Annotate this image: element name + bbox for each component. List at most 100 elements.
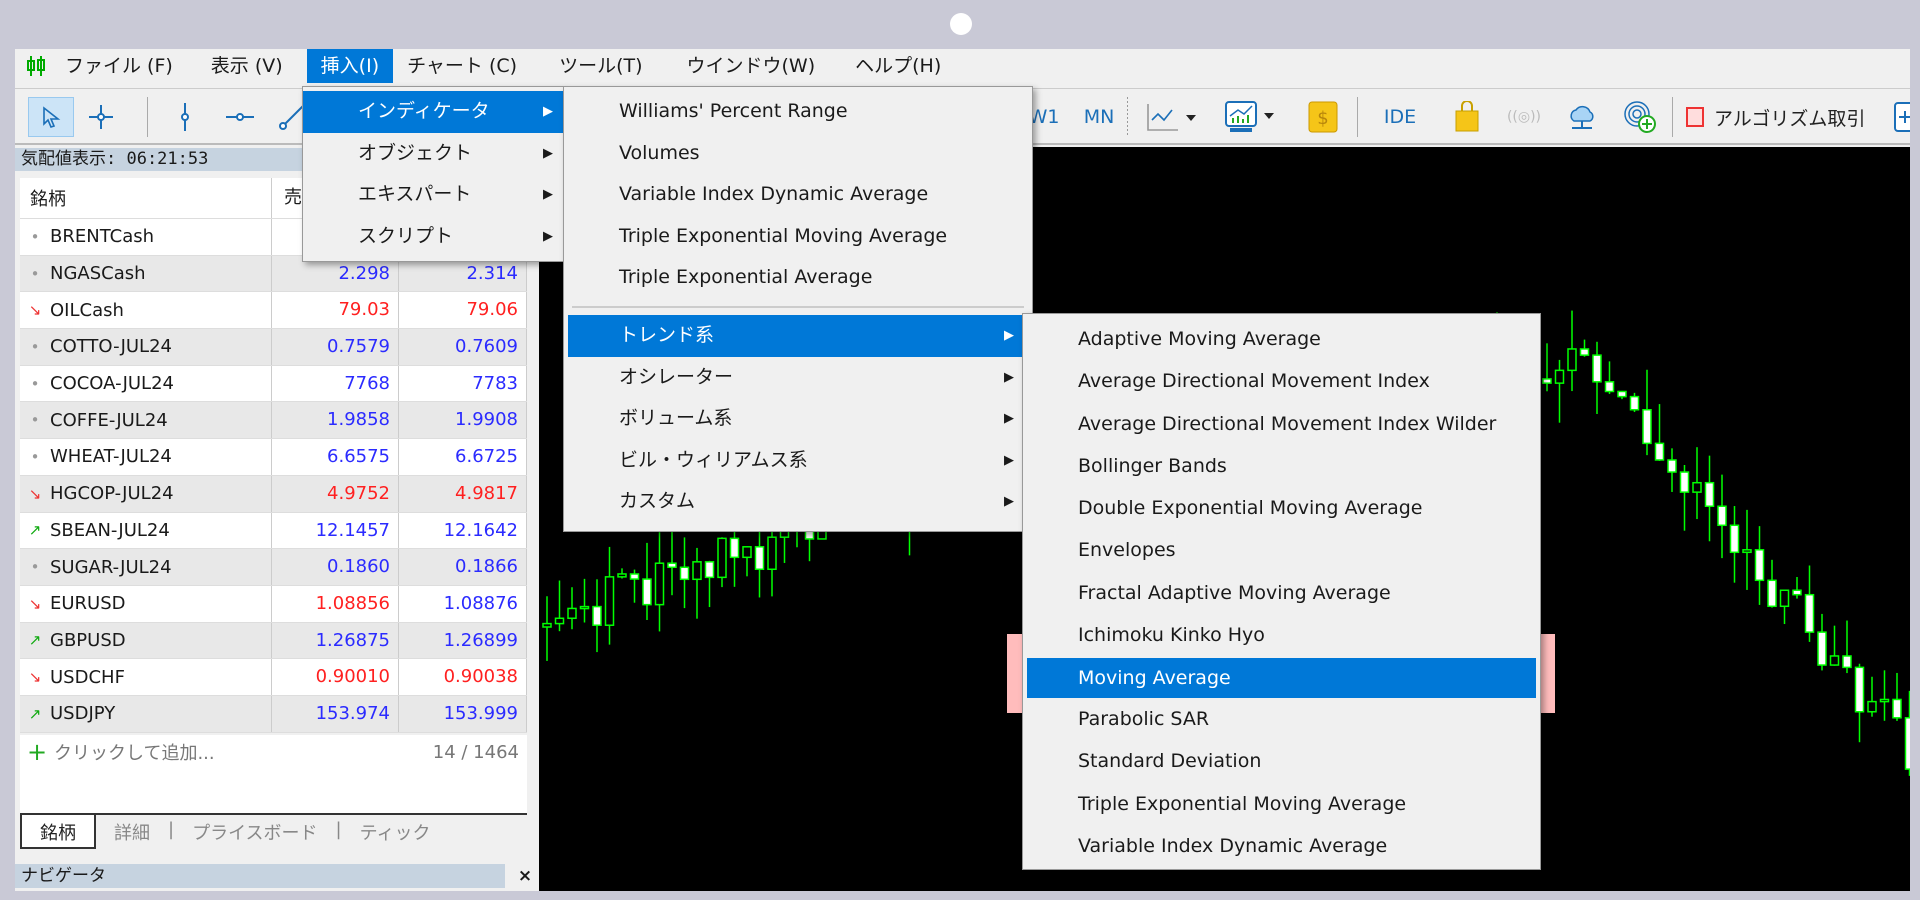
menu-item-triple-exponential-average[interactable]: Triple Exponential Average <box>564 257 1032 299</box>
menu-item-scripts[interactable]: スクリプト ▶ <box>303 216 563 258</box>
table-row[interactable]: ↗ SBEAN-JUL24 12.1457 12.1642 <box>20 512 527 550</box>
menu-item-volumes[interactable]: Volumes <box>564 133 1032 175</box>
table-row[interactable]: ↘ EURUSD 1.08856 1.08876 <box>20 585 527 623</box>
menu-view[interactable]: 表示 (V) <box>197 49 297 83</box>
table-row[interactable]: ↘ HGCOP-JUL24 4.9752 4.9817 <box>20 475 527 513</box>
trend-up-icon: ↗ <box>28 521 42 540</box>
bid-cell: 0.7579 <box>272 329 399 365</box>
trend-none-icon: • <box>30 411 40 430</box>
app-logo-icon <box>21 49 51 83</box>
menu-item-average-directional-movement-index-wilder[interactable]: Average Directional Movement Index Wilde… <box>1023 403 1540 445</box>
menu-item-ichimoku-kinko-hyo[interactable]: Ichimoku Kinko Hyo <box>1023 614 1540 656</box>
symbol-name: COCOA-JUL24 <box>50 373 174 395</box>
menu-item-variable-index-dynamic-average[interactable]: Variable Index Dynamic Average <box>564 174 1032 216</box>
menu-group-3[interactable]: ビル・ウィリアムス系 ▶ <box>568 440 1024 482</box>
symbol-cell: • COCOA-JUL24 <box>20 365 272 402</box>
add-symbol-row[interactable]: + クリックして追加... 14 / 1464 <box>20 735 527 769</box>
table-row[interactable]: ↘ OILCash 79.03 79.06 <box>20 292 527 330</box>
ask-cell: 12.1642 <box>399 512 527 549</box>
menu-item-moving-average[interactable]: Moving Average <box>1027 658 1536 698</box>
crosshair-tool-icon[interactable] <box>81 97 121 137</box>
menu-group-4[interactable]: カスタム ▶ <box>568 481 1024 523</box>
table-row[interactable]: • COCOA-JUL24 7768 7783 <box>20 365 527 403</box>
ask-cell: 1.9908 <box>399 402 527 439</box>
table-row[interactable]: • COTTO-JUL24 0.7579 0.7609 <box>20 329 527 366</box>
signals-icon[interactable]: ((◎)) <box>1503 97 1545 137</box>
trend-down-icon: ↘ <box>28 301 42 320</box>
table-row[interactable]: • SUGAR-JUL24 0.1860 0.1866 <box>20 549 527 586</box>
ask-cell: 0.1866 <box>399 549 527 585</box>
tab-details[interactable]: 詳細 <box>96 815 168 849</box>
candle <box>1892 672 1902 721</box>
table-row[interactable]: ↗ GBPUSD 1.26875 1.26899 <box>20 622 527 660</box>
trend-none-icon: • <box>30 337 40 356</box>
symbol-cell: ↗ GBPUSD <box>20 622 272 659</box>
market-dollar-icon[interactable]: $ <box>1303 97 1343 137</box>
symbol-name: EURUSD <box>50 593 126 615</box>
candle <box>767 524 777 597</box>
menu-item-fractal-adaptive-moving-average[interactable]: Fractal Adaptive Moving Average <box>1023 572 1540 614</box>
candle <box>1604 361 1615 394</box>
menu-item-average-directional-movement-index[interactable]: Average Directional Movement Index <box>1023 360 1540 402</box>
header-symbol[interactable]: 銘柄 <box>20 178 272 218</box>
menu-item-triple-exponential-moving-average[interactable]: Triple Exponential Moving Average <box>1023 783 1540 825</box>
candle <box>567 587 577 630</box>
period-mn-button[interactable]: MN <box>1079 97 1119 137</box>
menu-separator <box>572 305 1024 308</box>
table-row[interactable]: ↘ USDCHF 0.90010 0.90038 <box>20 659 527 696</box>
table-row[interactable]: ↗ USDJPY 153.974 153.999 <box>20 695 527 733</box>
tab-priceboard[interactable]: プライスボード <box>174 815 335 849</box>
menu-item-standard-deviation[interactable]: Standard Deviation <box>1023 740 1540 782</box>
menu-insert[interactable]: 挿入(I) <box>306 49 394 83</box>
menu-tools[interactable]: ツール(T) <box>545 49 656 83</box>
chart-type-icon[interactable] <box>1142 97 1206 137</box>
menu-item-triple-exponential-moving-average[interactable]: Triple Exponential Moving Average <box>564 216 1032 258</box>
candle <box>654 532 665 632</box>
menu-group-0[interactable]: トレンド系 ▶ <box>568 314 1024 357</box>
tab-symbols[interactable]: 銘柄 <box>20 815 96 849</box>
symbol-name: WHEAT-JUL24 <box>50 446 172 468</box>
header-symbol-label: 銘柄 <box>30 189 66 210</box>
candle <box>642 542 652 620</box>
indicators-list-icon[interactable] <box>1222 97 1284 137</box>
candle <box>1754 526 1765 605</box>
candle <box>1792 577 1802 599</box>
menu-item-adaptive-moving-average[interactable]: Adaptive Moving Average <box>1023 318 1540 360</box>
menu-item-indicators[interactable]: インディケータ ▶ <box>303 91 563 133</box>
toolbar-separator <box>147 97 148 137</box>
insert-menu: インディケータ ▶ オブジェクト ▶ エキスパート ▶ スクリプト ▶ <box>302 86 564 262</box>
market-bag-icon[interactable] <box>1447 97 1487 137</box>
menu-item-envelopes[interactable]: Envelopes <box>1023 529 1540 571</box>
menu-file[interactable]: ファイル (F) <box>51 49 187 83</box>
community-fingerprint-icon[interactable] <box>1620 97 1660 137</box>
table-row[interactable]: • WHEAT-JUL24 6.6575 6.6725 <box>20 439 527 476</box>
horizontal-line-tool-icon[interactable] <box>220 97 260 137</box>
vps-cloud-icon[interactable] <box>1562 97 1602 137</box>
candle <box>1742 509 1752 590</box>
ide-button[interactable]: IDE <box>1375 97 1425 137</box>
menu-group-2[interactable]: ボリューム系 ▶ <box>568 398 1024 440</box>
menu-help[interactable]: ヘルプ(H) <box>841 49 955 83</box>
candle <box>1717 474 1727 559</box>
menu-group-1[interactable]: オシレーター ▶ <box>568 357 1024 399</box>
table-row[interactable]: • COFFE-JUL24 1.9858 1.9908 <box>20 402 527 440</box>
symbol-cell: ↘ USDCHF <box>20 659 272 695</box>
menu-chart[interactable]: チャート (C) <box>393 49 531 83</box>
menu-item-variable-index-dynamic-average[interactable]: Variable Index Dynamic Average <box>1023 825 1540 867</box>
menu-item-parabolic-sar[interactable]: Parabolic SAR <box>1023 698 1540 740</box>
vertical-line-tool-icon[interactable] <box>165 97 205 137</box>
tab-ticks[interactable]: ティック <box>342 815 449 849</box>
ask-cell: 79.06 <box>399 292 527 329</box>
menu-window[interactable]: ウインドウ(W) <box>673 49 830 83</box>
candle <box>1854 663 1865 743</box>
menu-item-bollinger-bands[interactable]: Bollinger Bands <box>1023 445 1540 487</box>
menu-item-objects[interactable]: オブジェクト ▶ <box>303 133 563 175</box>
new-order-icon[interactable] <box>1893 97 1910 137</box>
menu-item-williams-percent-range[interactable]: Williams' Percent Range <box>564 91 1032 133</box>
period-w1-button[interactable]: W1 <box>1029 97 1060 137</box>
algo-trading-button[interactable]: アルゴリズム取引 <box>1686 97 1886 137</box>
symbol-cell: • COFFE-JUL24 <box>20 402 272 439</box>
menu-item-double-exponential-moving-average[interactable]: Double Exponential Moving Average <box>1023 487 1540 529</box>
cursor-tool-icon[interactable] <box>28 97 74 137</box>
menu-item-experts[interactable]: エキスパート ▶ <box>303 174 563 216</box>
